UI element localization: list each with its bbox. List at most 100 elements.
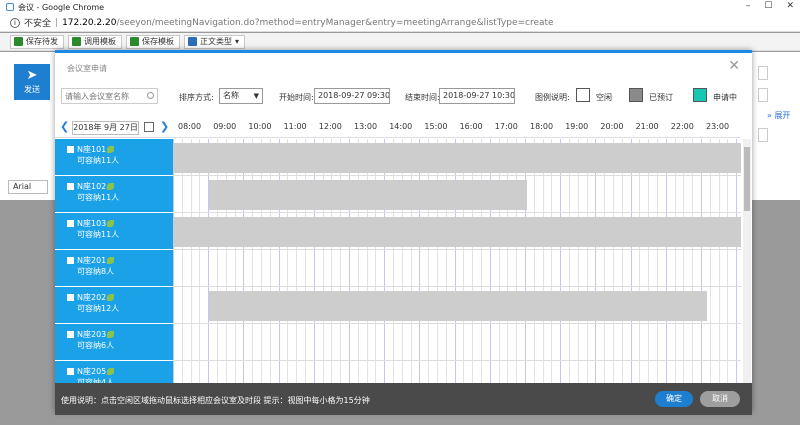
- room-timeline[interactable]: [173, 176, 741, 213]
- dialog-title: 会议室申请: [67, 64, 107, 73]
- room-capacity: 可容纳11人: [77, 156, 120, 165]
- font-select[interactable]: Arial: [8, 180, 48, 194]
- room-timeline[interactable]: [173, 324, 741, 361]
- start-time-input[interactable]: 2018-09-27 09:30: [314, 88, 390, 104]
- leaf-icon: [107, 368, 115, 375]
- room-checkbox[interactable]: [67, 146, 74, 153]
- room-name: N座205: [77, 367, 107, 376]
- url-path: /seeyon/meetingNavigation.do?method=entr…: [116, 17, 554, 28]
- chevron-down-icon: ▾: [235, 37, 240, 46]
- legend-pending-swatch: [693, 88, 707, 102]
- room-item[interactable]: N座101 可容纳11人: [55, 139, 173, 176]
- leaf-icon: [107, 220, 115, 227]
- room-checkbox[interactable]: [67, 220, 74, 227]
- room-checkbox[interactable]: [67, 257, 74, 264]
- room-timeline[interactable]: [173, 213, 741, 250]
- room-checkbox[interactable]: [67, 294, 74, 301]
- room-checkbox[interactable]: [67, 331, 74, 338]
- room-name: N座102: [77, 182, 107, 191]
- body-type-label: 正文类型: [200, 37, 232, 46]
- minimize-button[interactable]: –: [746, 1, 751, 11]
- search-icon[interactable]: [147, 92, 154, 99]
- legend-booked-swatch: [629, 88, 643, 102]
- scrollbar-thumb[interactable]: [744, 147, 750, 211]
- window-titlebar: 会议 - Google Chrome – ☐ ✕: [0, 0, 800, 14]
- leaf-icon: [107, 294, 115, 301]
- close-window-button[interactable]: ✕: [786, 1, 794, 11]
- room-capacity: 可容纳11人: [77, 193, 120, 202]
- room-item[interactable]: N座201 可容纳8人: [55, 250, 173, 287]
- grid-scrollbar[interactable]: [743, 139, 751, 383]
- legend-label: 图例说明:: [535, 93, 570, 102]
- dialog-footer: 使用说明：点击空闲区域拖动鼠标选择相应会议室及时段 提示：视图中每小格为15分钟…: [55, 383, 752, 415]
- legend-pending-label: 申请中: [713, 93, 737, 102]
- room-name: N座203: [77, 330, 107, 339]
- sort-label: 排序方式:: [179, 93, 214, 102]
- room-item[interactable]: N座203 可容纳6人: [55, 324, 173, 361]
- start-time-label: 开始时间:: [279, 93, 314, 102]
- room-item[interactable]: N座202 可容纳12人: [55, 287, 173, 324]
- room-search-input[interactable]: [61, 88, 158, 104]
- hour-label: 10:00: [248, 122, 272, 131]
- chevron-right-icon[interactable]: ❯: [160, 120, 169, 133]
- address-bar[interactable]: i 不安全 | 172.20.2.20 /seeyon/meetingNavig…: [0, 14, 800, 32]
- address-separator: |: [55, 17, 59, 28]
- close-icon[interactable]: ✕: [728, 59, 740, 73]
- legend-free-label: 空闲: [596, 93, 612, 102]
- paper-plane-icon: ➤: [26, 68, 38, 83]
- info-icon[interactable]: i: [10, 17, 20, 28]
- room-capacity: 可容纳11人: [77, 230, 120, 239]
- hour-label: 09:00: [213, 122, 237, 131]
- booked-block: [173, 143, 741, 173]
- room-item[interactable]: N座103 可容纳11人: [55, 213, 173, 250]
- hour-label: 14:00: [389, 122, 413, 131]
- background-field[interactable]: [758, 66, 768, 80]
- window-title: 会议 - Google Chrome: [18, 2, 105, 12]
- save-draft-button[interactable]: 保存待发: [10, 34, 64, 49]
- filter-bar: 排序方式: 名称 ▼ 开始时间: 2018-09-27 09:30 结束时间: 2…: [55, 87, 752, 107]
- confirm-button[interactable]: 确定: [655, 391, 693, 407]
- save-template-label: 保存模板: [142, 37, 174, 46]
- app-toolbar: 保存待发 调用模板 保存模板 正文类型 ▾: [0, 33, 800, 51]
- end-time-input[interactable]: 2018-09-27 10:30: [439, 88, 515, 104]
- save-template-button[interactable]: 保存模板: [126, 34, 180, 49]
- save-template-icon: [130, 37, 139, 46]
- hour-label: 17:00: [494, 122, 518, 131]
- room-name: N座201: [77, 256, 107, 265]
- hour-label: 21:00: [635, 122, 659, 131]
- document-icon: [188, 37, 197, 46]
- schedule-grid[interactable]: N座101 可容纳11人 N座102 可容纳11人 N座103 可容纳11人 N座201 可容…: [55, 139, 745, 383]
- room-checkbox[interactable]: [67, 368, 74, 375]
- room-timeline[interactable]: [173, 361, 741, 383]
- date-input[interactable]: 2018年 9月 27日: [72, 121, 139, 135]
- calendar-icon[interactable]: [144, 122, 154, 132]
- usage-tip: 使用说明：点击空闲区域拖动鼠标选择相应会议室及时段 提示：视图中每小格为15分钟: [61, 396, 370, 405]
- use-template-button[interactable]: 调用模板: [68, 34, 122, 49]
- room-capacity: 可容纳8人: [77, 267, 115, 276]
- chevron-left-icon[interactable]: ❮: [60, 120, 69, 133]
- booked-block: [173, 217, 741, 247]
- room-item[interactable]: N座102 可容纳11人: [55, 176, 173, 213]
- room-name: N座103: [77, 219, 107, 228]
- background-field[interactable]: [758, 128, 768, 142]
- room-item[interactable]: N座205 可容纳4人: [55, 361, 173, 383]
- expand-label: 展开: [774, 111, 791, 120]
- booked-block: [209, 180, 527, 210]
- room-checkbox[interactable]: [67, 183, 74, 190]
- send-button[interactable]: ➤ 发送: [14, 64, 50, 100]
- hour-label: 13:00: [354, 122, 378, 131]
- cancel-button[interactable]: 取消: [700, 391, 740, 407]
- security-label: 不安全: [24, 19, 52, 29]
- body-type-button[interactable]: 正文类型 ▾: [184, 34, 246, 49]
- booked-block: [209, 291, 707, 321]
- sort-select[interactable]: 名称 ▼: [219, 88, 263, 104]
- hour-label: 22:00: [670, 122, 694, 131]
- room-timeline[interactable]: [173, 139, 741, 176]
- leaf-icon: [107, 257, 115, 264]
- room-timeline[interactable]: [173, 287, 741, 324]
- expand-link[interactable]: » 展开: [767, 110, 790, 121]
- sort-value: 名称: [223, 91, 239, 100]
- room-timeline[interactable]: [173, 250, 741, 287]
- maximize-button[interactable]: ☐: [764, 1, 772, 11]
- background-field[interactable]: [758, 88, 768, 102]
